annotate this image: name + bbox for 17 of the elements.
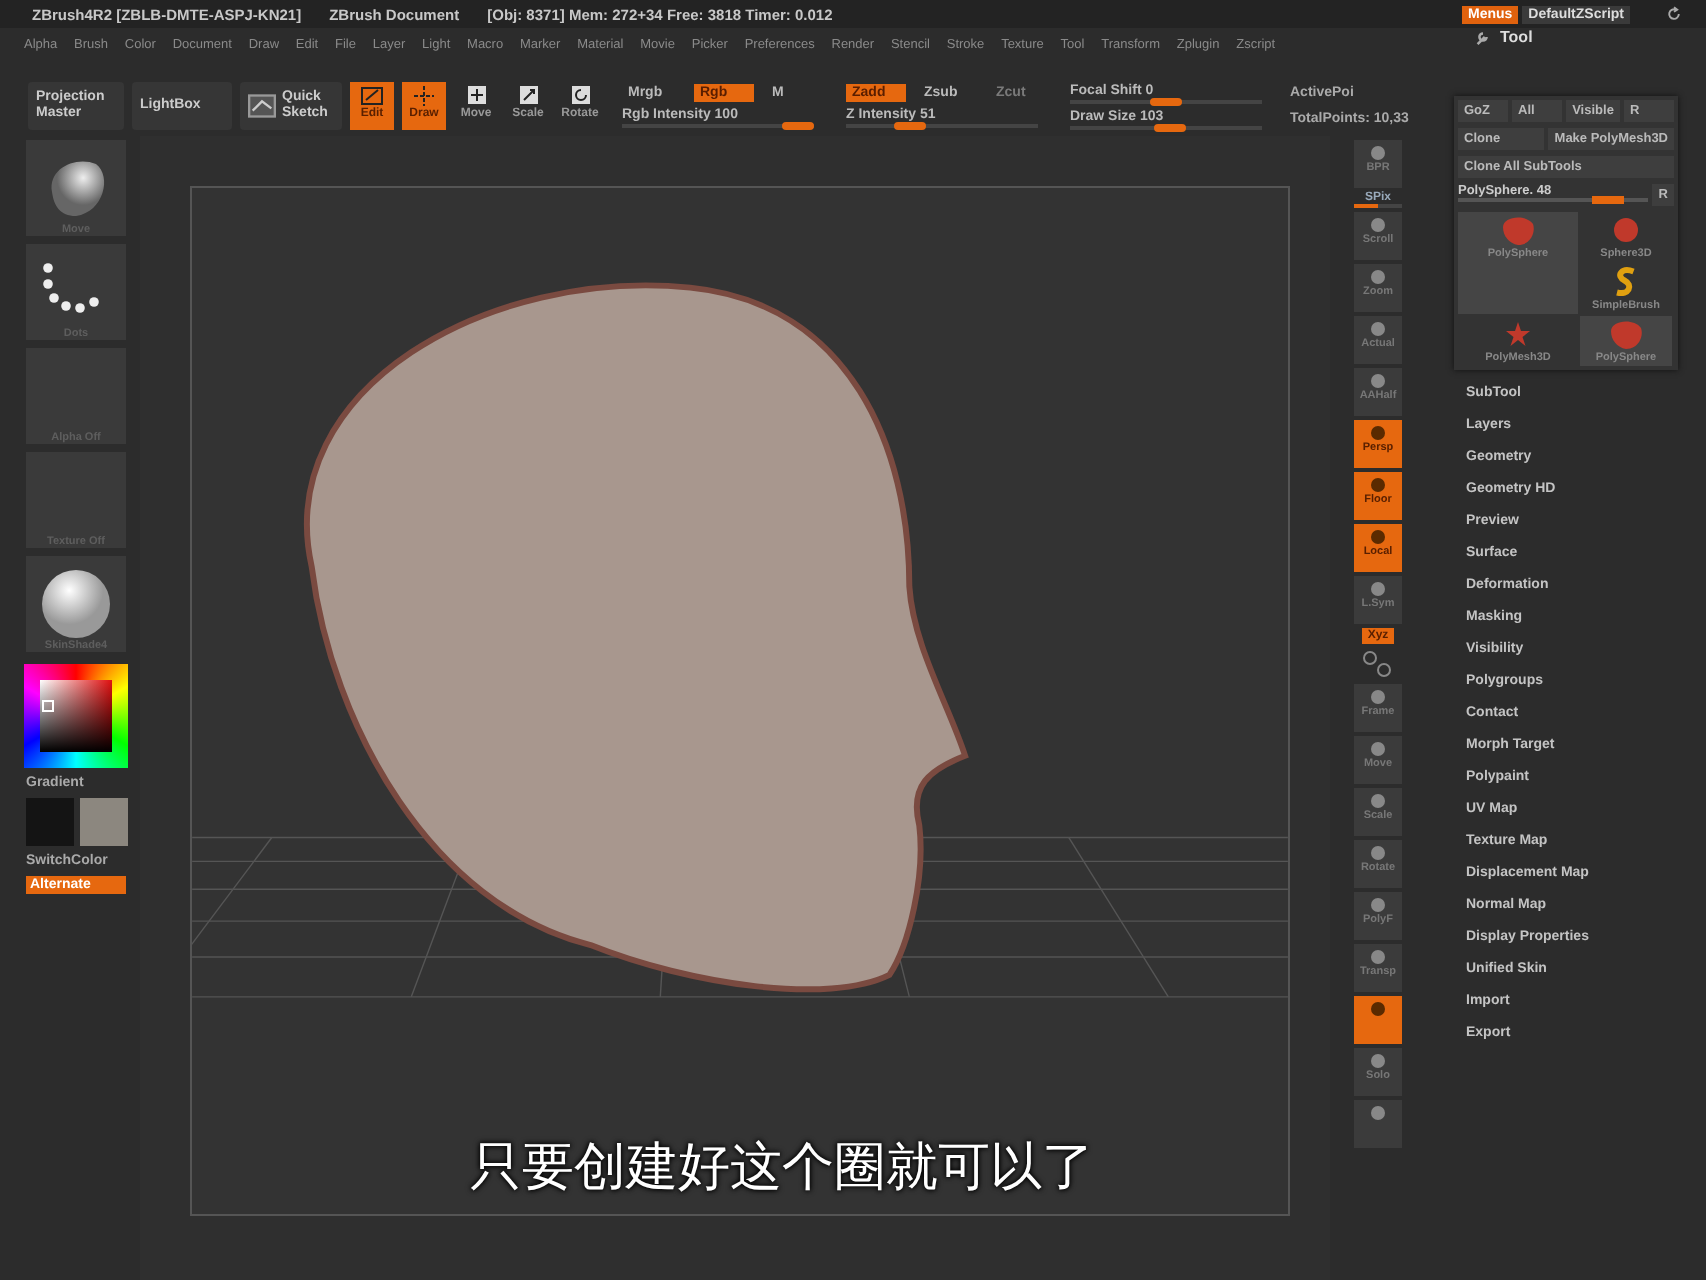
move-mode-icon [462, 84, 490, 108]
subtitle-caption: 只要创建好这个圈就可以了 [470, 1136, 1094, 1202]
material-sphere-icon [36, 568, 116, 640]
scale-mode-icon [514, 84, 542, 108]
wrench-icon [1474, 28, 1492, 46]
tool-palette-title[interactable]: Tool [1500, 28, 1533, 46]
edit-mode-icon [358, 84, 386, 108]
view-tool-button[interactable] [1354, 1100, 1402, 1148]
sketch-icon [248, 94, 276, 118]
rotate-mode-icon [566, 84, 594, 108]
color-picker[interactable] [24, 664, 128, 768]
refresh-icon[interactable] [1666, 6, 1682, 22]
canvas[interactable] [190, 186, 1290, 1216]
view-tool-button[interactable] [1354, 996, 1402, 1044]
color-swatch[interactable] [25, 798, 73, 846]
draw-mode-icon [410, 84, 438, 108]
color-swatch[interactable] [79, 798, 127, 846]
